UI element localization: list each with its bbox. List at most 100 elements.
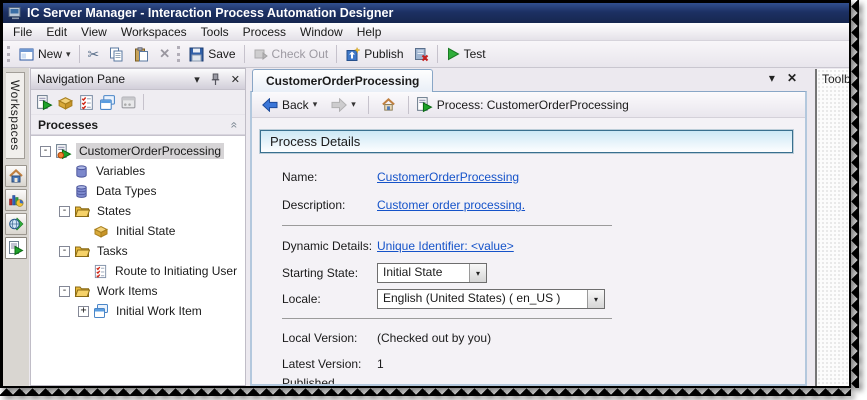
- tree-label[interactable]: States: [94, 203, 134, 219]
- workspace-home-button[interactable]: [5, 165, 27, 187]
- new-dropdown-arrow[interactable]: ▾: [66, 49, 71, 60]
- app-icon: [8, 6, 22, 20]
- tree-label[interactable]: Route to Initiating User: [112, 263, 240, 279]
- add-work-item-icon[interactable]: [99, 94, 116, 111]
- workspace-interactions-button[interactable]: [5, 213, 27, 235]
- document-close-icon[interactable]: ✕: [787, 71, 797, 85]
- document-controls: ▾ ✕: [769, 71, 797, 85]
- process-details-title: Process Details: [270, 134, 360, 149]
- add-task-icon[interactable]: [78, 94, 95, 111]
- locale-select[interactable]: English (United States) ( en_US ) ▾: [377, 289, 605, 309]
- menu-process[interactable]: Process: [236, 24, 293, 40]
- paste-button[interactable]: [129, 45, 154, 64]
- process-tree: - CustomerOrderProcessing Variables: [31, 135, 245, 385]
- tree-item-variables[interactable]: Variables: [31, 161, 245, 181]
- add-process-icon[interactable]: [36, 94, 53, 111]
- expander-icon[interactable]: -: [59, 206, 70, 217]
- cut-button[interactable]: ✂: [83, 44, 105, 65]
- doc-home-button[interactable]: [376, 95, 401, 114]
- toolbar-separator: [368, 96, 369, 114]
- tree-label[interactable]: Data Types: [93, 183, 159, 199]
- copy-icon: [109, 47, 124, 62]
- workspaces-tab[interactable]: Workspaces: [6, 72, 25, 159]
- new-button[interactable]: New ▾: [14, 45, 76, 63]
- process-icon: [416, 96, 433, 113]
- tree-item-states[interactable]: - States: [31, 201, 245, 221]
- tree-label[interactable]: Tasks: [94, 243, 131, 259]
- unpublish-button[interactable]: [409, 45, 434, 64]
- navigation-pane: Navigation Pane ▾ ✕: [30, 68, 246, 386]
- menu-view[interactable]: View: [74, 24, 114, 40]
- starting-state-select[interactable]: Initial State ▾: [377, 263, 487, 283]
- expander-icon[interactable]: -: [40, 146, 51, 157]
- chevron-down-icon[interactable]: ▾: [587, 290, 604, 308]
- expander-icon[interactable]: -: [59, 246, 70, 257]
- field-row-dynamic-details: Dynamic Details: Unique Identifier: <val…: [282, 232, 805, 260]
- forward-button: ▾: [326, 96, 361, 114]
- tree-item-data-types[interactable]: Data Types: [31, 181, 245, 201]
- chevron-down-icon[interactable]: ▾: [469, 264, 486, 282]
- tree-item-initial-work-item[interactable]: + Initial Work Item: [31, 301, 245, 321]
- tree-label[interactable]: Work Items: [94, 283, 160, 299]
- paste-icon: [134, 47, 149, 62]
- collapse-chevron-icon[interactable]: «: [228, 121, 242, 128]
- document-tab-row: CustomerOrderProcessing ▾ ✕: [250, 68, 807, 91]
- local-version-value: (Checked out by you): [377, 331, 491, 345]
- forward-history-arrow: ▾: [351, 99, 356, 110]
- field-row-local-version: Local Version: (Checked out by you): [282, 325, 805, 351]
- tree-label[interactable]: CustomerOrderProcessing: [76, 143, 224, 159]
- toolbar-grip[interactable]: [177, 46, 180, 62]
- back-history-arrow[interactable]: ▾: [313, 99, 318, 110]
- tree-item-initial-state[interactable]: Initial State: [31, 221, 245, 241]
- field-row-locale: Locale: English (United States) ( en_US …: [282, 286, 805, 312]
- expander-icon[interactable]: -: [59, 286, 70, 297]
- tree-label[interactable]: Initial State: [113, 223, 178, 239]
- section-divider: [282, 225, 612, 226]
- add-state-icon[interactable]: [57, 94, 74, 111]
- pane-close-icon[interactable]: ✕: [228, 73, 243, 86]
- test-button[interactable]: Test: [441, 45, 491, 63]
- workspace-processes-button[interactable]: [5, 237, 27, 259]
- tree-item-customerorderprocessing[interactable]: - CustomerOrderProcessing: [31, 141, 245, 161]
- document-list-arrow-icon[interactable]: ▾: [769, 71, 775, 85]
- document-frame: Back ▾ ▾: [250, 91, 807, 386]
- tab-customerorderprocessing[interactable]: CustomerOrderProcessing: [252, 69, 433, 92]
- toolbox-panel[interactable]: Toolbo: [815, 69, 849, 386]
- menu-edit[interactable]: Edit: [39, 24, 74, 40]
- menu-bar: File Edit View Workspaces Tools Process …: [3, 23, 849, 41]
- field-label: Locale:: [282, 292, 377, 306]
- dynamic-details-link[interactable]: Unique Identifier: <value>: [377, 239, 514, 253]
- globe-process-icon: [8, 216, 24, 232]
- publish-button[interactable]: Publish: [340, 45, 408, 64]
- save-button[interactable]: Save: [184, 45, 240, 64]
- navigation-pane-toolbar: [31, 90, 245, 115]
- expander-icon[interactable]: +: [78, 306, 89, 317]
- tree-item-work-items[interactable]: - Work Items: [31, 281, 245, 301]
- tree-label[interactable]: Initial Work Item: [113, 303, 205, 319]
- test-play-icon: [446, 47, 460, 61]
- field-row-published-version: Published Version: (Not published): [282, 377, 805, 384]
- tree-item-tasks[interactable]: - Tasks: [31, 241, 245, 261]
- menu-file[interactable]: File: [6, 24, 39, 40]
- new-icon: [19, 48, 34, 61]
- copy-button[interactable]: [104, 45, 129, 64]
- back-button[interactable]: Back ▾: [257, 96, 322, 114]
- description-link[interactable]: Customer order processing.: [377, 198, 525, 212]
- navigation-pane-title: Navigation Pane: [37, 72, 183, 86]
- menu-help[interactable]: Help: [350, 24, 389, 40]
- title-bar[interactable]: IC Server Manager - Interaction Process …: [3, 3, 849, 23]
- delete-button[interactable]: ✕: [154, 44, 175, 64]
- tree-label[interactable]: Variables: [93, 163, 148, 179]
- menu-workspaces[interactable]: Workspaces: [114, 24, 194, 40]
- tree-item-route-to-initiating-user[interactable]: Route to Initiating User: [31, 261, 245, 281]
- menu-window[interactable]: Window: [293, 24, 350, 40]
- field-row-name: Name: CustomerOrderProcessing: [282, 163, 805, 191]
- menu-tools[interactable]: Tools: [194, 24, 236, 40]
- pane-menu-arrow-icon[interactable]: ▾: [191, 73, 203, 86]
- name-link[interactable]: CustomerOrderProcessing: [377, 170, 519, 184]
- processes-section-header[interactable]: Processes «: [31, 115, 245, 135]
- folder-icon: [74, 283, 90, 299]
- workspace-reports-button[interactable]: [5, 189, 27, 211]
- toolbar-grip[interactable]: [7, 46, 10, 62]
- pin-icon[interactable]: [211, 73, 220, 86]
